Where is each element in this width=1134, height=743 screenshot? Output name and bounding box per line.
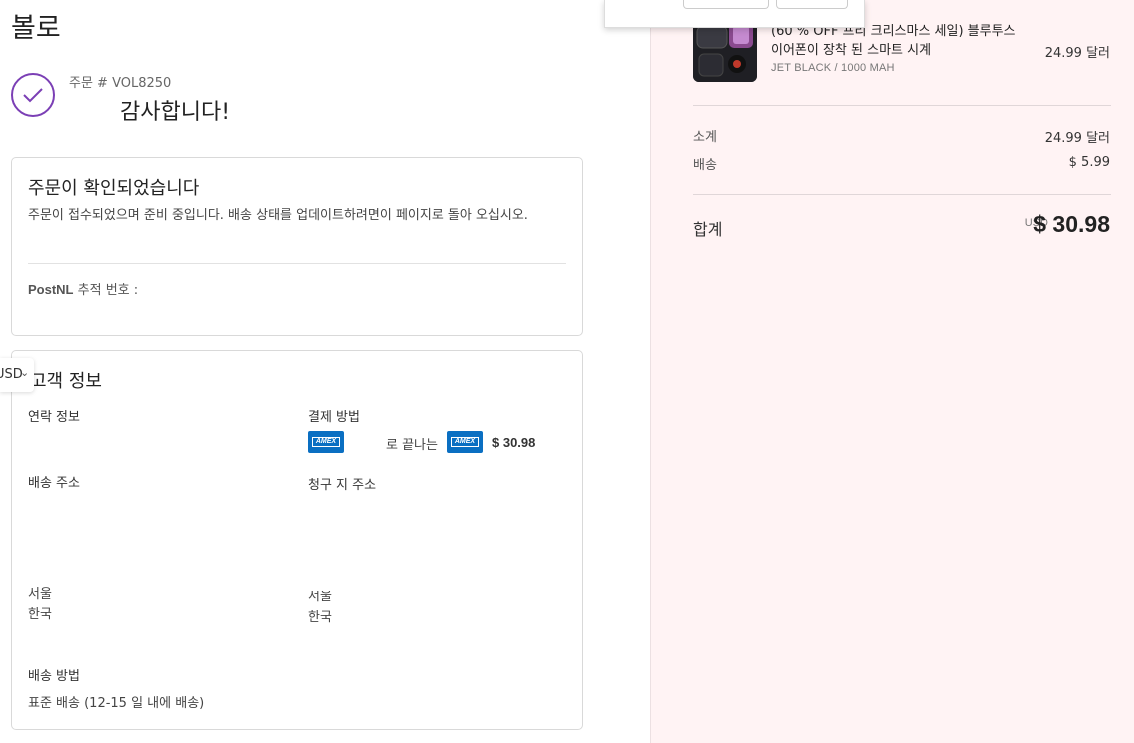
shipping-method-value: 표준 배송 (12-15 일 내에 배송) bbox=[28, 696, 205, 711]
shipping-country: 한국 bbox=[28, 607, 52, 622]
amex-card-icon: AMEX bbox=[447, 431, 483, 453]
payment-ending-text: 로 끝나는 bbox=[386, 438, 438, 453]
total-label: 합계 bbox=[693, 220, 723, 239]
billing-city: 서울 bbox=[308, 589, 332, 604]
summary-divider bbox=[693, 194, 1111, 195]
tracking-carrier: PostNL bbox=[28, 282, 74, 297]
total-value: $ 30.98 bbox=[1033, 211, 1110, 237]
amex-card-icon: AMEX bbox=[308, 431, 344, 453]
shipping-city: 서울 bbox=[28, 587, 52, 602]
summary-divider bbox=[693, 105, 1111, 106]
confirm-description: 주문이 접수되었으며 준비 중입니다. 배송 상태를 업데이트하려면이 페이지로… bbox=[28, 208, 528, 223]
shipping-method-label: 배송 방법 bbox=[28, 669, 80, 684]
chevron-down-icon: ⌄ bbox=[20, 366, 30, 379]
payment-amount: $ 30.98 bbox=[492, 435, 536, 450]
shipping-value: $ 5.99 bbox=[1068, 155, 1110, 170]
product-price: 24.99 달러 bbox=[1044, 46, 1110, 61]
popup-button[interactable] bbox=[776, 0, 848, 9]
main-content: 볼로 주문 # VOL8250 감사합니다! 주문이 확인되었습니다 주문이 접… bbox=[0, 0, 650, 743]
popup-button[interactable] bbox=[683, 0, 769, 9]
popup-panel bbox=[604, 0, 865, 28]
contact-info-label: 연락 정보 bbox=[28, 410, 80, 425]
divider bbox=[28, 263, 566, 264]
billing-country: 한국 bbox=[308, 610, 332, 625]
subtotal-value: 24.99 달러 bbox=[1044, 131, 1110, 146]
shipping-address-label: 배송 주소 bbox=[28, 476, 80, 491]
customer-info-title: 고객 정보 bbox=[30, 371, 102, 392]
tracking-label: 추적 번호 : bbox=[77, 283, 139, 298]
customer-info-card: 고객 정보 연락 정보 결제 방법 AMEX 로 끝나는 AMEX $ 30.9… bbox=[11, 350, 583, 730]
currency-selector[interactable]: USD ⌄ bbox=[0, 358, 34, 392]
subtotal-label: 소계 bbox=[693, 130, 717, 145]
tracking-number: PostNL 추적 번호 : bbox=[28, 279, 138, 298]
thank-you-heading: 감사합니다! bbox=[120, 100, 231, 125]
billing-address-label: 청구 지 주소 bbox=[308, 478, 377, 493]
payment-method-label: 결제 방법 bbox=[308, 410, 360, 425]
confirm-title: 주문이 확인되었습니다 bbox=[28, 178, 200, 199]
order-summary-sidebar bbox=[650, 0, 1134, 743]
checkmark-icon bbox=[11, 73, 55, 117]
store-name[interactable]: 볼로 bbox=[11, 6, 61, 45]
order-confirmed-card: 주문이 확인되었습니다 주문이 접수되었으며 준비 중입니다. 배송 상태를 업… bbox=[11, 157, 583, 336]
product-variant: JET BLACK / 1000 MAH bbox=[771, 62, 895, 74]
shipping-label: 배송 bbox=[693, 158, 717, 173]
order-number: 주문 # VOL8250 bbox=[69, 76, 172, 91]
